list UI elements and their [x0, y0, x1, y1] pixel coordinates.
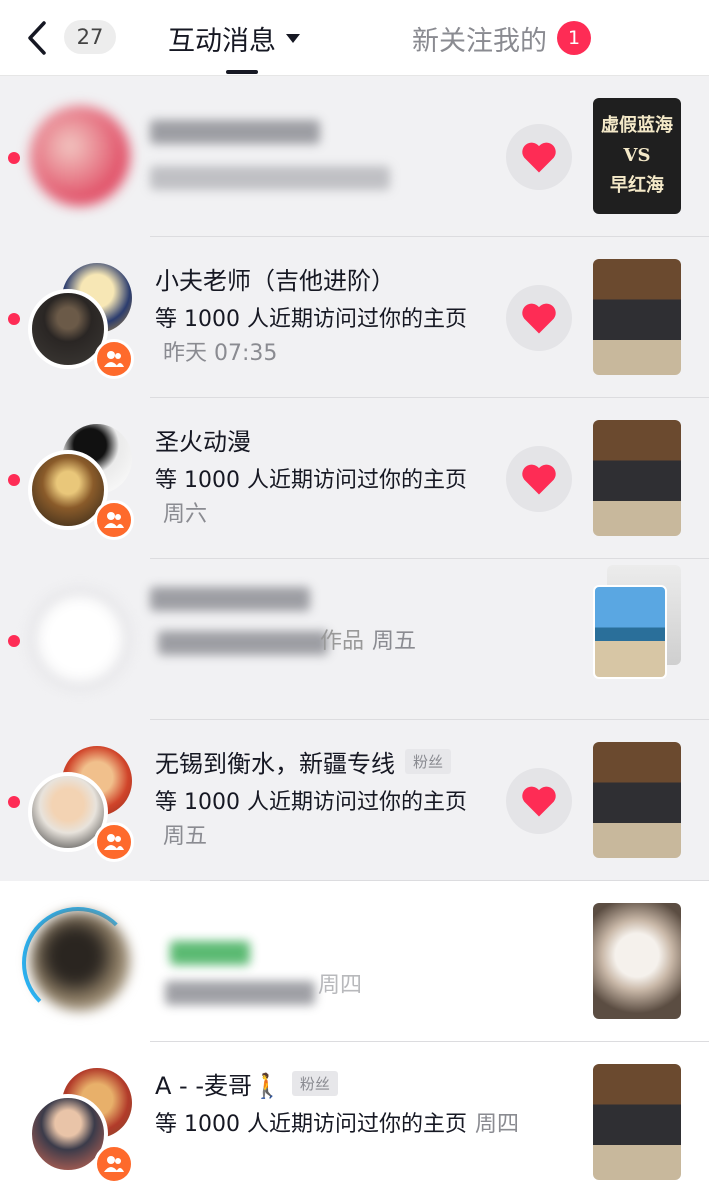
list-item[interactable]: 小夫老师（吉他进阶） 等 1000 人近期访问过你的主页昨天 07:35 — [0, 237, 709, 398]
video-thumbnail[interactable] — [593, 420, 681, 536]
heart-icon — [522, 142, 556, 173]
follow-count-badge: 1 — [557, 21, 591, 55]
group-icon — [104, 1156, 124, 1172]
unread-dot — [8, 313, 20, 325]
unread-count-pill[interactable]: 27 — [64, 20, 116, 54]
heart-icon — [522, 786, 556, 817]
user-name[interactable]: 无锡到衡水，新疆专线 粉丝 — [155, 744, 452, 779]
message-body: 等 1000 人近期访问过你的主页 — [155, 468, 467, 493]
video-thumbnail[interactable] — [593, 585, 667, 679]
thumbnail-line-3: 早红海 — [610, 175, 664, 196]
timestamp: 周五 — [372, 629, 417, 654]
heart-icon — [522, 303, 556, 334]
blurred-name — [150, 120, 320, 144]
thumbnail-caption: 虚假蓝海 VS 早红海 — [593, 98, 681, 214]
video-thumbnail[interactable]: 虚假蓝海 VS 早红海 — [593, 98, 681, 214]
user-name-text: A - -麦哥🚶 — [155, 1072, 282, 1100]
chevron-left-icon — [28, 21, 46, 55]
user-name-text: 小夫老师（吉他进阶） — [155, 267, 395, 295]
notification-list: 虚假蓝海 VS 早红海 小夫老师（吉他进阶） 等 1000 人近期访问过你的主页… — [0, 76, 709, 1200]
list-item[interactable]: A - -麦哥🚶 粉丝 等 1000 人近期访问过你的主页 周四 — [0, 1042, 709, 1200]
avatar-group[interactable] — [28, 424, 140, 540]
active-tab-indicator — [226, 70, 258, 74]
group-badge — [94, 1144, 134, 1184]
user-name[interactable]: A - -麦哥🚶 粉丝 — [155, 1066, 338, 1101]
timestamp: 周五 — [163, 824, 208, 849]
avatar[interactable] — [30, 106, 130, 206]
tab-new-followers[interactable]: 新关注我的 1 — [412, 18, 591, 58]
blurred-name — [150, 587, 310, 611]
tab-interactions-label: 互动消息 — [168, 25, 276, 57]
message-body: 等 1000 人近期访问过你的主页 — [155, 307, 467, 332]
avatar-group[interactable] — [28, 746, 140, 862]
blurred-message — [165, 981, 315, 1005]
avatar[interactable] — [30, 911, 130, 1011]
like-button[interactable] — [506, 446, 572, 512]
unread-dot — [8, 796, 20, 808]
list-item[interactable]: 无锡到衡水，新疆专线 粉丝 等 1000 人近期访问过你的主页周五 — [0, 720, 709, 881]
timestamp: 昨天 07:35 — [163, 341, 278, 366]
video-thumbnail[interactable] — [593, 1064, 681, 1180]
message-body: 等 1000 人近期访问过你的主页 — [155, 790, 467, 815]
list-item[interactable]: 周四 — [0, 881, 709, 1042]
avatar-group[interactable] — [28, 1068, 140, 1184]
list-item[interactable]: 作品 周五 — [0, 559, 709, 720]
tab-new-followers-label: 新关注我的 — [412, 25, 547, 57]
blurred-message — [158, 631, 328, 655]
message-body: 等 1000 人近期访问过你的主页 — [155, 1112, 467, 1137]
list-item[interactable]: 虚假蓝海 VS 早红海 — [0, 76, 709, 237]
blurred-message — [150, 166, 390, 190]
message-text: 等 1000 人近期访问过你的主页 周四 — [155, 1108, 575, 1142]
timestamp: 周四 — [318, 973, 363, 998]
message-text: 等 1000 人近期访问过你的主页周六 — [155, 464, 485, 532]
video-thumbnail[interactable] — [593, 742, 681, 858]
user-name-text: 圣火动漫 — [155, 428, 251, 456]
message-text: 等 1000 人近期访问过你的主页周五 — [155, 786, 485, 854]
like-button[interactable] — [506, 768, 572, 834]
unread-dot — [8, 474, 20, 486]
tab-interactions[interactable]: 互动消息 — [168, 18, 300, 58]
like-button[interactable] — [506, 285, 572, 351]
message-text: 等 1000 人近期访问过你的主页昨天 07:35 — [155, 303, 485, 371]
video-thumbnail[interactable] — [593, 259, 681, 375]
group-badge — [94, 822, 134, 862]
group-badge — [94, 500, 134, 540]
timestamp: 周四 — [474, 1112, 519, 1137]
like-button[interactable] — [506, 124, 572, 190]
unread-dot — [8, 635, 20, 647]
top-nav: 27 互动消息 新关注我的 1 — [0, 0, 709, 76]
fan-tag: 粉丝 — [291, 1071, 338, 1096]
back-button[interactable] — [22, 18, 52, 58]
user-name[interactable]: 圣火动漫 — [155, 422, 251, 457]
avatar-group[interactable] — [28, 263, 140, 379]
user-name-text: 无锡到衡水，新疆专线 — [155, 750, 395, 778]
group-badge — [94, 339, 134, 379]
user-name[interactable]: 小夫老师（吉他进阶） — [155, 261, 395, 296]
timestamp: 周六 — [163, 502, 208, 527]
unread-dot — [8, 152, 20, 164]
thumbnail-line-2: VS — [623, 145, 651, 166]
thumbnail-line-1: 虚假蓝海 — [601, 115, 673, 136]
caret-down-icon — [286, 33, 300, 43]
blurred-name — [170, 941, 250, 965]
group-icon — [104, 834, 124, 850]
message-body: 作品 — [320, 629, 365, 654]
list-item[interactable]: 圣火动漫 等 1000 人近期访问过你的主页周六 — [0, 398, 709, 559]
video-thumbnail[interactable] — [593, 903, 681, 1019]
group-icon — [104, 512, 124, 528]
fan-tag: 粉丝 — [405, 749, 452, 774]
avatar[interactable] — [30, 589, 130, 689]
group-icon — [104, 351, 124, 367]
heart-icon — [522, 464, 556, 495]
